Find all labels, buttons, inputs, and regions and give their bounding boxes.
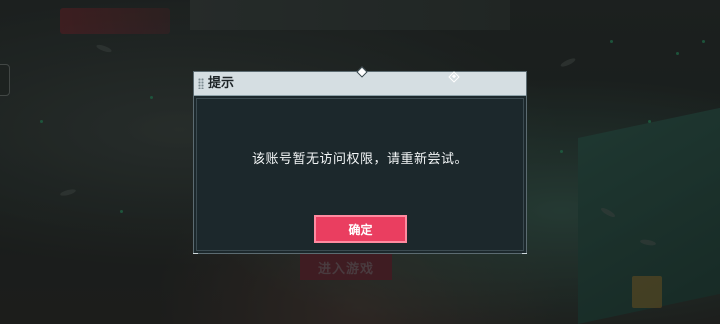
dialog-message: 该账号暂无访问权限，请重新尝试。 [251,152,468,167]
corner-mark [522,253,527,254]
alert-dialog: 提示 该账号暂无访问权限，请重新尝试。 确定 [193,66,527,254]
header-divider [194,95,526,96]
dialog-title: 提示 [208,76,235,91]
corner-mark [193,253,198,254]
confirm-button[interactable]: 确定 [314,215,407,243]
grip-dots-icon [198,78,204,89]
